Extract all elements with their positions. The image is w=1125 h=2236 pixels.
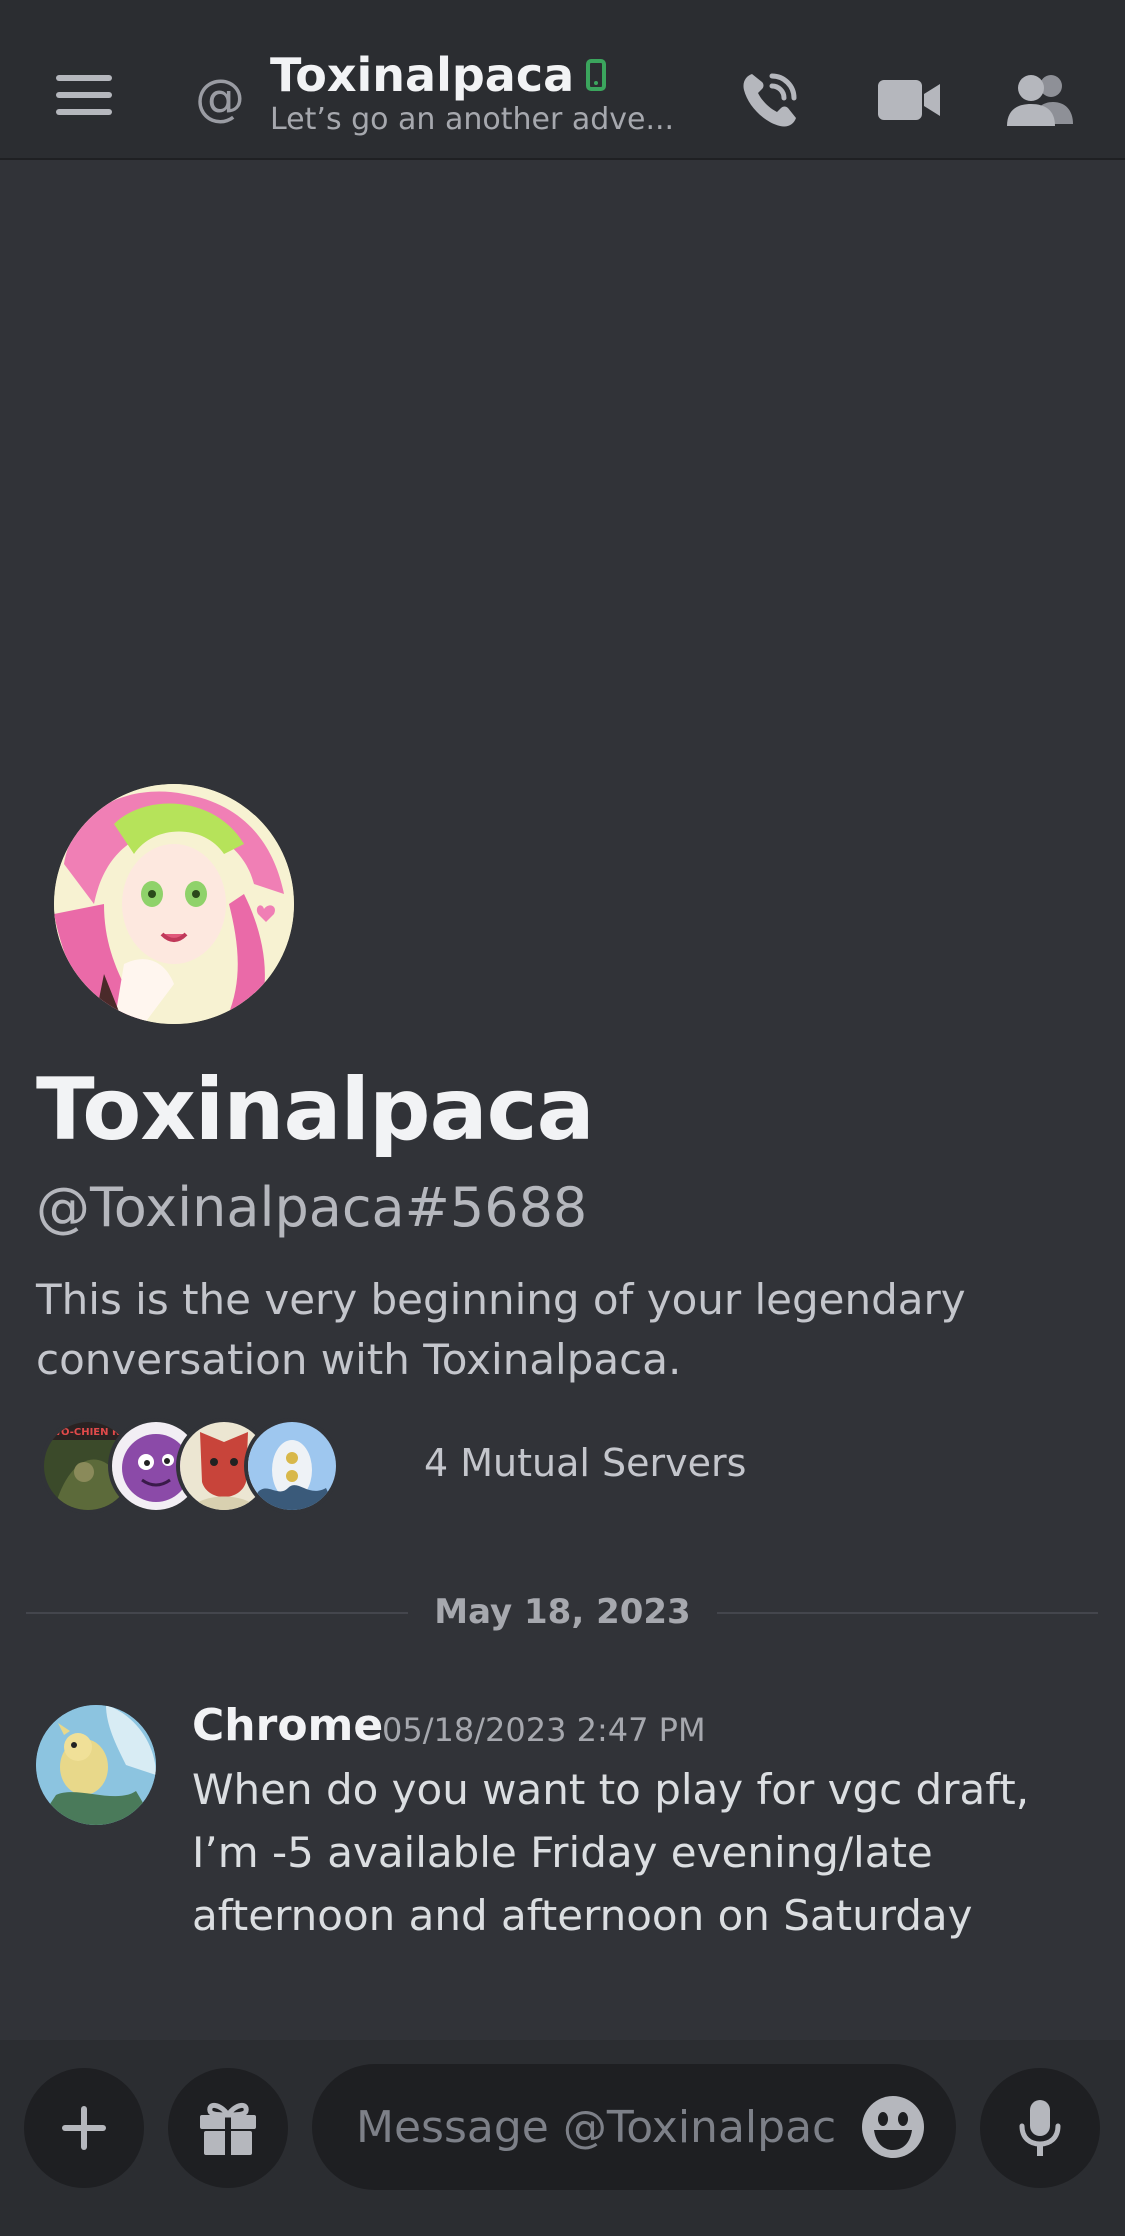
video-call-button[interactable] [860, 55, 960, 145]
members-icon [1007, 75, 1073, 126]
voice-message-button[interactable] [980, 2068, 1100, 2188]
date-divider-label: May 18, 2023 [0, 1590, 1125, 1634]
mutual-servers-row[interactable]: WO-CHIEN REF 4 Mutual Servers [40, 1412, 746, 1514]
emoji-icon [862, 2096, 924, 2158]
date-divider-text: May 18, 2023 [408, 1592, 717, 1632]
gift-button[interactable] [168, 2068, 288, 2188]
channel-title-text: Toxinalpaca [270, 48, 575, 102]
profile-handle: @Toxinalpaca#5688 [36, 1176, 588, 1239]
phone-call-icon [743, 73, 797, 127]
server-icon-4 [244, 1418, 340, 1514]
custom-status: Let’s go an another adve... [270, 102, 675, 137]
message-author-avatar[interactable] [36, 1705, 156, 1825]
channel-title: Toxinalpaca [270, 48, 690, 102]
microphone-icon [1019, 2100, 1061, 2156]
message-author[interactable]: Chrome [192, 1700, 383, 1752]
emoji-button[interactable] [860, 2094, 926, 2160]
attach-button[interactable] [24, 2068, 144, 2188]
message-input[interactable] [354, 2100, 838, 2154]
profile-avatar[interactable] [54, 784, 294, 1024]
mutual-server-icons: WO-CHIEN REF 4 Mutual Servers [40, 1414, 746, 1514]
message-content[interactable]: When do you want to play for vgc draft, … [192, 1758, 1092, 1947]
mutual-servers-label: 4 Mutual Servers [424, 1441, 747, 1485]
hamburger-menu-button[interactable] [40, 50, 130, 140]
plus-icon [62, 2106, 106, 2150]
voice-call-button[interactable] [720, 55, 820, 145]
mobile-online-icon [586, 59, 607, 91]
gift-icon [200, 2103, 256, 2155]
members-button[interactable] [990, 55, 1090, 145]
profile-display-name: Toxinalpaca [36, 1060, 595, 1160]
hamburger-icon [56, 75, 112, 115]
at-icon: @ [195, 69, 245, 127]
message-timestamp: 05/18/2023 2:47 PM [382, 1711, 706, 1749]
message-input-container[interactable] [312, 2064, 956, 2190]
header-title-area[interactable]: Toxinalpaca Let’s go an another adve... [270, 48, 690, 138]
channel-header: @ Toxinalpaca Let’s go an another adve..… [0, 0, 1125, 160]
video-camera-icon [878, 80, 940, 120]
conversation-intro-text: This is the very beginning of your legen… [36, 1275, 966, 1384]
